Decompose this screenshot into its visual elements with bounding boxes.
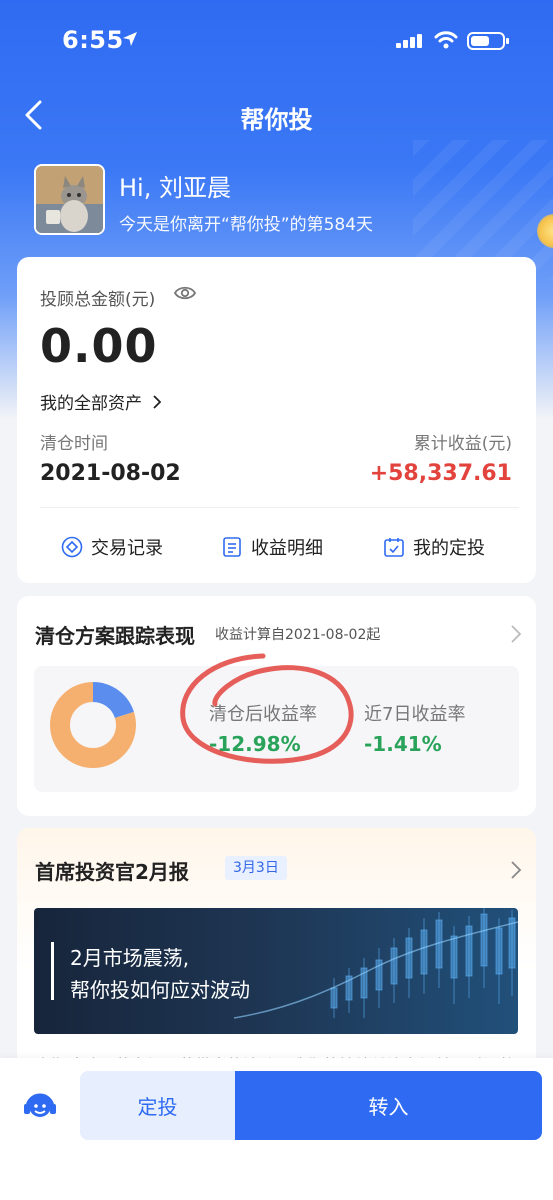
trade-records-button[interactable]: 交易记录 [61,532,163,562]
cat-photo [36,166,103,233]
all-assets-label: 我的全部资产 [40,394,142,414]
trade-records-label: 交易记录 [91,538,163,559]
tracking-subtitle: 收益计算自2021-08-02起 [215,627,381,643]
report-date-tag: 3月3日 [225,856,287,880]
bottom-action-bar: 定投 转入 [0,1058,553,1200]
transfer-in-button[interactable]: 转入 [235,1071,542,1140]
clear-time-label: 清仓时间 [40,434,108,454]
location-arrow-icon [123,32,137,46]
status-bar: 6:55 [0,0,553,80]
wifi-icon [434,31,458,49]
monthly-report-card[interactable]: 首席投资官2月报 3月3日 2月市场震荡, 帮你投如何应对波动 [17,828,536,1088]
post-clear-return-label: 清仓后收益率 [209,704,317,725]
seven-day-return-label: 近7日收益率 [364,704,466,725]
all-assets-link[interactable]: 我的全部资产 [40,389,162,414]
cumulative-profit-value: +58,337.61 [369,461,512,486]
chevron-right-icon[interactable] [510,860,522,880]
donut-chart [50,682,136,768]
my-plans-button[interactable]: 我的定投 [383,532,485,562]
tracking-card[interactable]: 清仓方案跟踪表现 收益计算自2021-08-02起 清仓后收益率 -12.98%… [17,596,536,816]
customer-service-icon[interactable] [20,1086,60,1126]
diamond-circle-icon [61,536,83,558]
eye-icon[interactable] [173,283,197,303]
banner-line-1: 2月市场震荡, [70,946,190,970]
divider [40,507,519,508]
banner-accent-bar [51,942,54,1000]
greeting-subtitle: 今天是你离开“帮你投”的第584天 [119,215,374,235]
income-details-label: 收益明细 [251,538,323,559]
clear-date-value: 2021-08-02 [40,461,181,486]
tracking-panel: 清仓后收益率 -12.98% 近7日收益率 -1.41% [34,666,519,792]
chevron-right-icon[interactable] [510,624,522,644]
cumulative-profit-label: 累计收益(元) [413,434,512,454]
report-banner[interactable]: 2月市场震荡, 帮你投如何应对波动 [34,908,518,1034]
total-amount-value: 0.00 [40,319,158,373]
document-list-icon [223,537,241,557]
chevron-right-icon [152,394,162,414]
avatar[interactable] [34,164,105,235]
page-title: 帮你投 [240,106,313,134]
report-title: 首席投资官2月报 [35,860,189,884]
calendar-check-icon [384,538,404,557]
banner-line-2: 帮你投如何应对波动 [70,978,250,1002]
status-time: 6:55 [62,26,124,54]
total-amount-label: 投顾总金额(元) [40,290,156,310]
summary-card: 投顾总金额(元) 0.00 我的全部资产 清仓时间 累计收益(元) 2021-0… [17,257,536,583]
greeting-text: Hi, 刘亚晨 [119,174,231,202]
tracking-title: 清仓方案跟踪表现 [35,624,195,648]
cellular-signal-icon [396,34,424,48]
seven-day-return-value: -1.41% [364,732,442,756]
post-clear-return-value: -12.98% [209,732,301,756]
battery-icon [467,32,509,50]
candlestick-background [233,908,518,1019]
my-plans-label: 我的定投 [413,538,485,559]
regular-invest-button[interactable]: 定投 [80,1071,235,1140]
income-details-button[interactable]: 收益明细 [221,532,323,562]
